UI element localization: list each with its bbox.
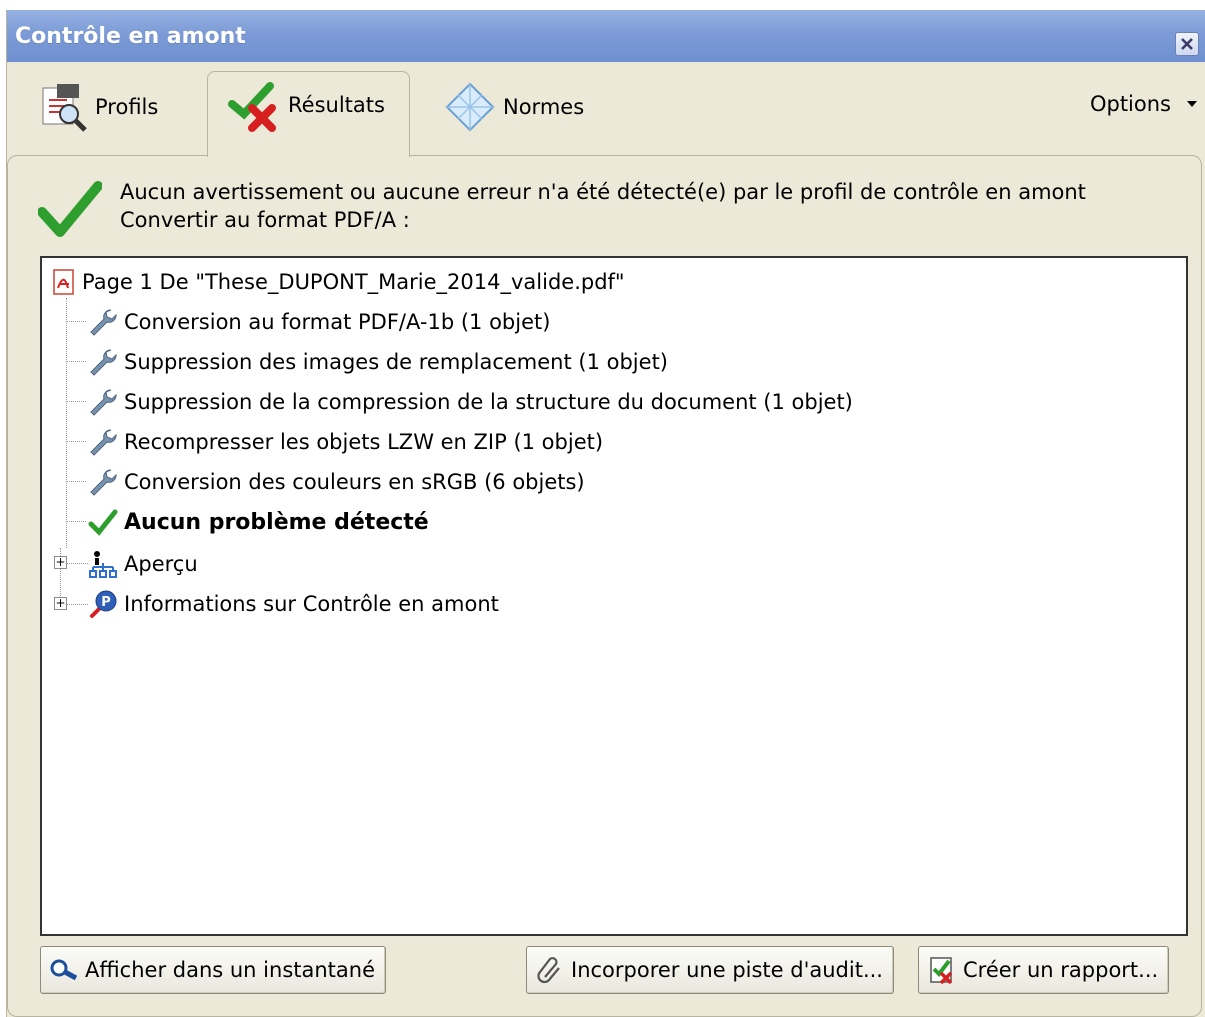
preflight-profiles-icon <box>42 84 87 132</box>
tree-item-label: Page 1 De "These_DUPONT_Marie_2014_valid… <box>82 270 625 294</box>
paperclip-icon <box>535 955 565 985</box>
close-icon <box>1181 38 1193 50</box>
wrench-icon <box>86 465 120 499</box>
wrench-icon <box>86 305 120 339</box>
tree-item-apercu[interactable]: Aperçu <box>86 544 198 584</box>
tree-item-label: Conversion des couleurs en sRGB (6 objet… <box>124 470 585 494</box>
check-cross-results-icon <box>228 81 276 132</box>
show-in-snapshot-label: Afficher dans un instantané <box>85 958 376 982</box>
results-panel: Aucun avertissement ou aucune erreur n'a… <box>7 155 1202 1017</box>
tree-connector <box>66 481 86 482</box>
result-summary: Aucun avertissement ou aucune erreur n'a… <box>38 176 1086 240</box>
options-label: Options <box>1089 92 1171 116</box>
tab-strip: Profils Résultats Normes Options <box>7 62 1205 157</box>
summary-text: Aucun avertissement ou aucune erreur n'a… <box>120 176 1086 240</box>
tab-profils[interactable]: Profils <box>35 76 158 138</box>
chevron-down-icon <box>1187 101 1197 107</box>
close-button[interactable] <box>1175 32 1199 56</box>
tree-connector <box>66 321 86 322</box>
tree-connector <box>66 441 86 442</box>
tree-connector <box>66 401 86 402</box>
tree-connector <box>66 604 88 605</box>
tree-item-fixup[interactable]: Conversion des couleurs en sRGB (6 objet… <box>86 462 585 502</box>
tree-item-fixup[interactable]: Conversion au format PDF/A-1b (1 objet) <box>86 302 550 342</box>
window-title: Contrôle en amont <box>15 24 246 49</box>
expand-toggle[interactable]: + <box>54 597 67 610</box>
tree-item-fixup[interactable]: Recompresser les objets LZW en ZIP (1 ob… <box>86 422 603 462</box>
pdf-page-icon <box>50 265 78 299</box>
tree-item-fixup[interactable]: Suppression des images de remplacement (… <box>86 342 668 382</box>
tree-item-label: Suppression de la compression de la stru… <box>124 390 853 414</box>
tree-item-label: Aucun problème détecté <box>124 509 429 535</box>
results-tree[interactable]: Page 1 De "These_DUPONT_Marie_2014_valid… <box>40 256 1188 936</box>
green-check-icon <box>86 505 120 539</box>
tree-item-status[interactable]: Aucun problème détecté <box>86 502 429 542</box>
preflight-info-icon: P <box>86 587 120 621</box>
tree-item-label: Aperçu <box>124 552 198 576</box>
tab-normes-label: Normes <box>503 95 585 119</box>
tree-item-label: Conversion au format PDF/A-1b (1 objet) <box>124 310 551 334</box>
tab-normes[interactable]: Normes <box>443 76 584 138</box>
svg-text:P: P <box>101 595 111 610</box>
tree-item-informations[interactable]: P Informations sur Contrôle en amont <box>86 584 499 624</box>
tab-resultats[interactable]: Résultats <box>207 71 410 157</box>
tree-item-fixup[interactable]: Suppression de la compression de la stru… <box>86 382 853 422</box>
tree-item-label: Recompresser les objets LZW en ZIP (1 ob… <box>124 430 604 454</box>
tree-connector <box>66 521 86 522</box>
wrench-icon <box>86 345 120 379</box>
create-report-label: Créer un rapport... <box>963 958 1159 982</box>
tree-connector <box>66 298 67 548</box>
tree-item-label: Informations sur Contrôle en amont <box>124 592 499 616</box>
create-report-button[interactable]: Créer un rapport... <box>918 946 1170 994</box>
tab-resultats-label: Résultats <box>288 92 385 117</box>
tree-item-root[interactable]: Page 1 De "These_DUPONT_Marie_2014_valid… <box>50 262 625 302</box>
summary-line-1: Aucun avertissement ou aucune erreur n'a… <box>120 180 1086 204</box>
tree-connector <box>66 563 88 564</box>
tree-item-label: Suppression des images de remplacement (… <box>124 350 668 374</box>
green-check-icon <box>38 181 102 237</box>
embed-audit-trail-button[interactable]: Incorporer une piste d'audit... <box>526 946 894 994</box>
diamond-standards-icon <box>445 82 495 132</box>
tab-profils-label: Profils <box>95 95 159 119</box>
embed-audit-trail-label: Incorporer une piste d'audit... <box>571 958 883 982</box>
summary-line-2: Convertir au format PDF/A : <box>120 208 410 232</box>
wrench-icon <box>86 385 120 419</box>
magnifier-icon <box>49 955 79 985</box>
report-icon <box>927 955 957 985</box>
wrench-icon <box>86 425 120 459</box>
preflight-window: Contrôle en amont Profils Résultats Norm… <box>6 10 1205 1017</box>
show-in-snapshot-button[interactable]: Afficher dans un instantané <box>40 946 387 994</box>
tree-connector <box>66 361 86 362</box>
expand-toggle[interactable]: + <box>54 556 67 569</box>
hierarchy-icon <box>86 547 120 581</box>
title-bar: Contrôle en amont <box>7 10 1205 62</box>
options-menu[interactable]: Options <box>1090 92 1197 116</box>
